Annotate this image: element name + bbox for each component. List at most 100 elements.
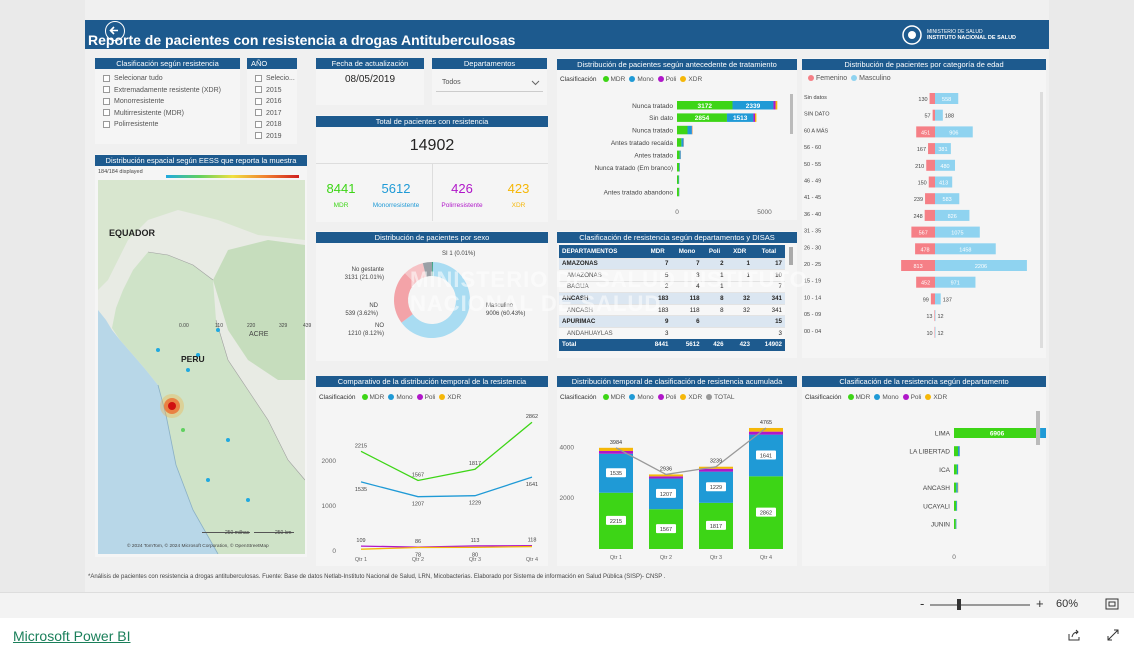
line-total[interactable] (615, 427, 767, 476)
bar-femenino[interactable] (926, 159, 935, 171)
bar-mdr[interactable] (677, 187, 679, 197)
table-scrollbar[interactable] (789, 247, 793, 265)
acumulada-stacked-chart[interactable]: 2000 4000 2215 1535 Qtr 1 1567 1207 Qtr 2 1817 12… (557, 406, 797, 566)
legend-dot (680, 76, 687, 83)
femenino-label: 10 (926, 331, 932, 337)
bar-mono[interactable] (956, 500, 957, 511)
bar-mono[interactable] (678, 175, 680, 184)
donut-label: 539 (3.62%) (345, 311, 378, 317)
checkbox[interactable] (103, 109, 110, 117)
table-header-cell[interactable]: XDR (727, 245, 753, 258)
departamento-scrollbar[interactable] (1036, 411, 1040, 445)
clasificacion-option[interactable]: Monorresistente (103, 96, 221, 108)
legend-item-xdr: XDR (933, 394, 948, 401)
bar-masculino[interactable] (935, 109, 943, 121)
bar-femenino[interactable] (930, 293, 935, 305)
bar-mono[interactable] (679, 150, 681, 160)
checkbox[interactable] (255, 109, 262, 117)
checkbox[interactable] (255, 74, 262, 82)
anio-option[interactable]: 2017 (255, 108, 295, 120)
bar-mono[interactable] (1040, 428, 1046, 438)
line-mono[interactable] (360, 476, 533, 498)
bar-mdr[interactable] (954, 500, 957, 511)
departamento-bar-chart[interactable]: LIMA69064202LA LIBERTADICAANCASHUCAYALIJ… (802, 406, 1046, 566)
temporal-line-chart[interactable]: 010002000Qtr 1 Qtr 2 Qtr 3 Qtr 422151567181… (316, 406, 548, 566)
checkbox[interactable] (103, 97, 110, 105)
bar-masculino[interactable] (935, 293, 941, 305)
bar-mdr[interactable] (677, 125, 688, 135)
heat-scale-tick: 0.00 (179, 323, 189, 329)
bar-femenino[interactable] (934, 310, 935, 322)
anio-option[interactable]: 2018 (255, 119, 295, 131)
bar-femenino[interactable] (932, 109, 935, 121)
zoom-out-button[interactable]: - (920, 596, 924, 611)
bar-mono[interactable] (957, 446, 960, 457)
anio-option[interactable]: 2015 (255, 85, 295, 97)
bar-mono[interactable] (687, 125, 692, 135)
checkbox[interactable] (255, 86, 262, 94)
bar-femenino[interactable] (928, 143, 935, 155)
column-poli[interactable] (599, 450, 633, 454)
table-row[interactable]: ANDAHUAYLAS 3 3 (559, 327, 785, 340)
checkbox[interactable] (255, 132, 262, 140)
legend-dot (657, 394, 664, 401)
antecedente-scrollbar[interactable] (790, 94, 793, 134)
table-header-cell[interactable]: Mono (672, 245, 703, 258)
bar-mono[interactable] (681, 138, 684, 147)
fecha-title: Fecha de actualización (316, 58, 424, 69)
bar-femenino[interactable] (928, 176, 935, 188)
bar-femenino[interactable] (929, 93, 935, 104)
bar-mono[interactable] (679, 163, 680, 172)
bar-mdr[interactable] (954, 446, 958, 457)
checkbox[interactable] (103, 86, 110, 94)
bar-mdr[interactable] (954, 482, 957, 493)
point-label: 2862 (526, 414, 538, 420)
anio-option[interactable]: Selecio... (255, 73, 295, 85)
bar-femenino[interactable] (925, 193, 935, 205)
bar-mdr[interactable] (954, 464, 957, 475)
bar-poli[interactable] (753, 113, 755, 122)
clasificacion-option[interactable]: Polirresistente (103, 119, 221, 131)
table-row[interactable]: APURIMAC 9 6 15 (559, 315, 785, 328)
table-header-cell[interactable]: Total (753, 245, 785, 258)
bar-femenino[interactable] (924, 209, 935, 221)
table-header-cell[interactable]: MDR (644, 245, 672, 258)
checkbox[interactable] (103, 74, 110, 82)
bar-mono[interactable] (956, 464, 958, 475)
bar-poli[interactable] (773, 101, 776, 110)
table-header-cell[interactable]: Poli (703, 245, 727, 258)
share-icon[interactable] (1067, 628, 1081, 642)
departamentos-dropdown[interactable]: Todos (436, 75, 543, 92)
column-poli[interactable] (649, 476, 683, 479)
fullscreen-icon[interactable] (1106, 628, 1120, 642)
zoom-in-button[interactable]: + (1036, 596, 1044, 611)
bar-xdr[interactable] (775, 101, 778, 110)
bar-mdr[interactable] (954, 519, 956, 529)
table-header-cell[interactable]: DEPARTAMENTOS (559, 245, 644, 258)
column-poli[interactable] (749, 431, 783, 435)
bar-masculino[interactable] (935, 310, 936, 322)
zoom-slider[interactable] (930, 604, 1030, 606)
bar-mono[interactable] (955, 519, 957, 529)
clasificacion-option[interactable]: Multirresistente (MDR) (103, 108, 221, 120)
bar-mdr[interactable] (677, 163, 680, 172)
clasificacion-option[interactable]: Extremadamente resistente (XDR) (103, 85, 221, 97)
antecedente-bar-chart[interactable]: Nunca tratado 3172 2339 Sin dato 2854 1513 Nun… (557, 86, 797, 220)
anio-option[interactable]: 2019 (255, 131, 295, 143)
checkbox[interactable] (255, 120, 262, 128)
bar-xdr[interactable] (754, 113, 757, 122)
clasificacion-option[interactable]: Selecionar tudo (103, 73, 221, 85)
checkbox[interactable] (255, 97, 262, 105)
fit-to-page-icon[interactable] (1105, 598, 1119, 610)
powerbi-link[interactable]: Microsoft Power BI (13, 628, 130, 644)
line-mdr[interactable] (360, 421, 533, 482)
bar-mdr[interactable] (677, 138, 682, 147)
bar-mdr[interactable] (677, 175, 679, 184)
zoom-slider-handle[interactable] (957, 599, 961, 610)
checkbox[interactable] (103, 120, 110, 128)
bar-mono[interactable] (956, 482, 958, 493)
edad-scroll-track[interactable] (1040, 92, 1043, 348)
anio-option[interactable]: 2016 (255, 96, 295, 108)
bar-mdr[interactable] (677, 150, 680, 160)
bar-masculino[interactable] (935, 326, 936, 338)
